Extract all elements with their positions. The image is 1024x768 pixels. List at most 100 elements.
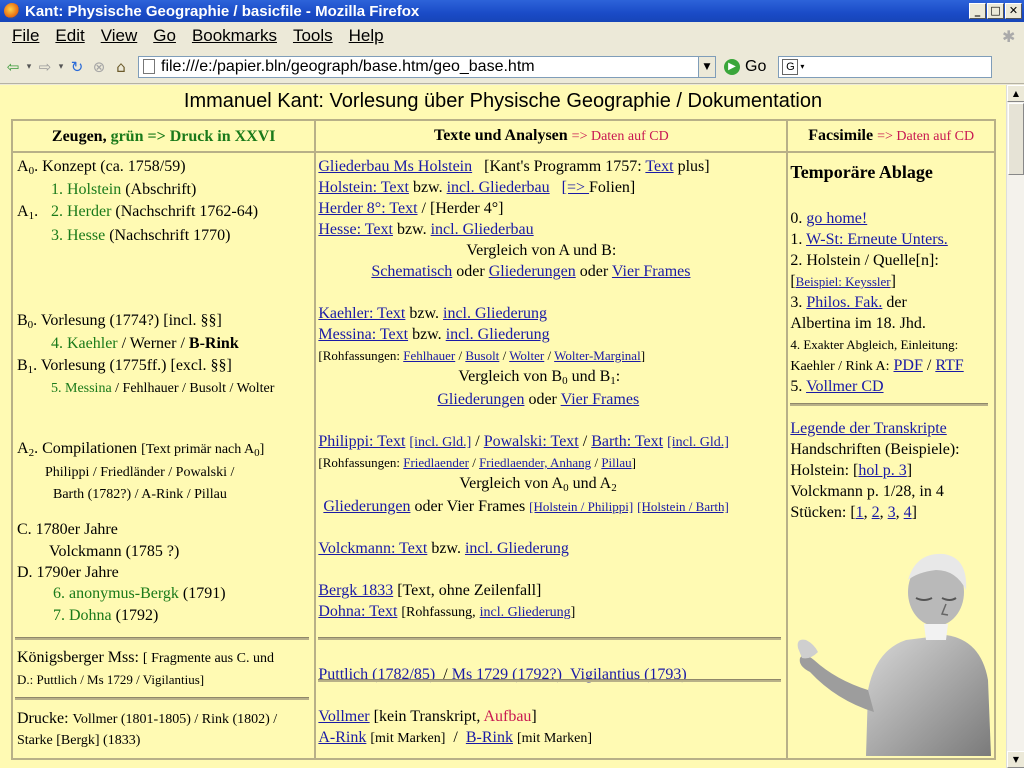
url-text[interactable]: file:///e:/papier.bln/geograph/base.htm/… xyxy=(161,58,698,76)
volckmann-gliederung-link[interactable]: incl. Gliederung xyxy=(465,540,569,557)
busolt-link[interactable]: Busolt xyxy=(465,348,499,363)
friedlaender-link[interactable]: Friedlaender xyxy=(403,455,469,470)
home-icon[interactable]: ⌂ xyxy=(110,58,132,76)
vollmer-cd-link[interactable]: Vollmer CD xyxy=(806,378,883,395)
erneute-unters-link[interactable]: W-St: Erneute Unters. xyxy=(806,231,948,248)
legende-link[interactable]: Legende der Transkripte xyxy=(790,420,946,437)
maximize-button[interactable]: □ xyxy=(987,3,1004,19)
keyssler-link[interactable]: Beispiel: Keyssler xyxy=(796,274,891,289)
koenigsberger-line2: D.: Puttlich / Ms 1729 / Vigilantius] xyxy=(17,672,205,687)
kaehler-text-link[interactable]: Kaehler: Text xyxy=(318,305,405,322)
barth-text-link[interactable]: Barth: Text xyxy=(591,433,663,450)
scroll-thumb[interactable] xyxy=(1008,103,1024,175)
holstein-philippi-link[interactable]: [Holstein / Philippi] xyxy=(529,499,633,514)
volckmann-text-link[interactable]: Volckmann: Text xyxy=(318,540,427,557)
scroll-up-icon[interactable]: ▲ xyxy=(1007,85,1024,102)
gliederungen-link-2[interactable]: Gliederungen xyxy=(437,391,524,408)
gliederbau-line: Gliederbau Ms Holstein [Kant's Programm … xyxy=(318,156,709,177)
dohna-gliederung-link[interactable]: incl. Gliederung xyxy=(480,605,571,620)
hol-p3-link[interactable]: hol p. 3 xyxy=(858,462,906,479)
a-rink-link[interactable]: A-Rink xyxy=(318,729,366,746)
menu-help[interactable]: Help xyxy=(341,26,392,46)
stueck-1-link[interactable]: 1 xyxy=(856,504,864,521)
herder-text-link[interactable]: Herder 8°: Text xyxy=(318,200,417,217)
search-engine-dropdown-icon[interactable]: ▾ xyxy=(800,62,804,71)
search-box[interactable]: G ▾ xyxy=(778,55,993,78)
messina-gliederung-link[interactable]: incl. Gliederung xyxy=(446,326,550,343)
close-button[interactable]: ✕ xyxy=(1005,3,1022,19)
forward-icon[interactable]: ⇨ xyxy=(34,58,56,76)
kants-prog-text-link[interactable]: Text xyxy=(645,158,673,175)
vier-frames-link-2[interactable]: Vier Frames xyxy=(561,391,640,408)
rohfassung-end: ] xyxy=(570,605,576,620)
dohna-text-link[interactable]: Dohna: Text xyxy=(318,603,397,620)
bergk-1833-link[interactable]: Bergk 1833 xyxy=(318,582,393,599)
philos-fak-link[interactable]: Philos. Fak. xyxy=(806,294,882,311)
stueck-3-link[interactable]: 3 xyxy=(888,504,896,521)
col2-divider-2 xyxy=(318,679,782,682)
b-rink-link[interactable]: B-Rink xyxy=(466,729,513,746)
herder-rest: (Nachschrift 1762-64) xyxy=(115,203,259,220)
holstein-text-link[interactable]: Holstein: Text xyxy=(318,179,409,196)
pdf-link[interactable]: PDF xyxy=(894,357,923,374)
holstein-pre: Holstein: [ xyxy=(790,462,859,479)
forward-dropdown-icon[interactable]: ▾ xyxy=(56,61,66,72)
holstein-barth-link[interactable]: [Holstein / Barth] xyxy=(637,499,729,514)
scroll-down-icon[interactable]: ▼ xyxy=(1007,751,1024,768)
go-home-link[interactable]: go home! xyxy=(806,210,867,227)
messina-rest: / Fehlhauer / Busolt / Wolter xyxy=(115,381,275,396)
wolter-link[interactable]: Wolter xyxy=(509,348,544,363)
volckmann-line: Volckmann (1785 ?) xyxy=(49,543,180,560)
holstein-gliederbau-link[interactable]: incl. Gliederbau xyxy=(447,179,550,196)
philippi-gld-link[interactable]: [incl. Gld.] xyxy=(409,435,471,450)
go-button[interactable]: ▶ Go xyxy=(724,58,766,76)
gliederungen-link-1[interactable]: Gliederungen xyxy=(489,263,576,280)
stueck-4-link[interactable]: 4 xyxy=(904,504,912,521)
folien-link[interactable]: [=> xyxy=(562,179,589,196)
kaehler-gliederung-link[interactable]: incl. Gliederung xyxy=(443,305,547,322)
a1-line: A1. xyxy=(17,201,38,227)
menu-file[interactable]: File xyxy=(4,26,47,46)
stop-icon[interactable]: ⊗ xyxy=(88,58,110,76)
menu-view[interactable]: View xyxy=(93,26,146,46)
stueck-2-link[interactable]: 2 xyxy=(872,504,880,521)
pillau-link[interactable]: Pillau xyxy=(601,455,631,470)
col3-header-note: => Daten auf CD xyxy=(877,129,975,144)
minimize-button[interactable]: _ xyxy=(969,3,986,19)
menu-tools[interactable]: Tools xyxy=(285,26,341,46)
beispiel-end: ] xyxy=(890,273,896,290)
vier-frames-link-1[interactable]: Vier Frames xyxy=(612,263,691,280)
menu-edit[interactable]: Edit xyxy=(47,26,92,46)
barth-gld-link[interactable]: [incl. Gld.] xyxy=(667,435,729,450)
hesse-text-line: Hesse: Text bzw. incl. Gliederbau xyxy=(318,219,533,240)
powalski-text-link[interactable]: Powalski: Text xyxy=(484,433,579,450)
gliederbau-ms-link[interactable]: Gliederbau Ms Holstein xyxy=(318,158,472,175)
bergk-rest: (1791) xyxy=(182,585,226,602)
a2-line: A2. Compilationen [Text primär nach A0] xyxy=(17,438,264,464)
rtf-link[interactable]: RTF xyxy=(935,357,963,374)
back-icon[interactable]: ⇦ xyxy=(2,58,24,76)
hesse-text-link[interactable]: Hesse: Text xyxy=(318,221,393,238)
legende-line: Legende der Transkripte xyxy=(790,418,946,439)
search-engine-icon[interactable]: G xyxy=(782,58,799,75)
messina-text-link[interactable]: Messina: Text xyxy=(318,326,408,343)
go-label: Go xyxy=(745,57,767,75)
url-bar[interactable]: file:///e:/papier.bln/geograph/base.htm/… xyxy=(138,55,716,78)
friedlaender-anhang-link[interactable]: Friedlaender, Anhang xyxy=(479,455,591,470)
back-dropdown-icon[interactable]: ▾ xyxy=(24,61,34,72)
reload-icon[interactable]: ↻ xyxy=(66,58,88,76)
gliederungen-link-3[interactable]: Gliederungen xyxy=(323,498,410,515)
slash-5: / xyxy=(582,433,588,450)
menu-bookmarks[interactable]: Bookmarks xyxy=(184,26,285,46)
schematisch-link[interactable]: Schematisch xyxy=(371,263,452,280)
vertical-scrollbar[interactable]: ▲ ▼ xyxy=(1006,85,1024,768)
url-dropdown-icon[interactable]: ▼ xyxy=(698,56,715,77)
vollmer-link[interactable]: Vollmer xyxy=(318,708,369,725)
col1-cell: A0. Konzept (ca. 1758/59) 1. Holstein (A… xyxy=(10,151,317,760)
fehlhauer-link[interactable]: Fehlhauer xyxy=(403,348,455,363)
hesse-gliederbau-link[interactable]: incl. Gliederbau xyxy=(431,221,534,238)
menu-go[interactable]: Go xyxy=(145,26,184,46)
philippi-text-link[interactable]: Philippi: Text xyxy=(318,433,405,450)
item5-num: 5. xyxy=(790,378,803,395)
wolter-marginal-link[interactable]: Wolter-Marginal xyxy=(554,348,641,363)
